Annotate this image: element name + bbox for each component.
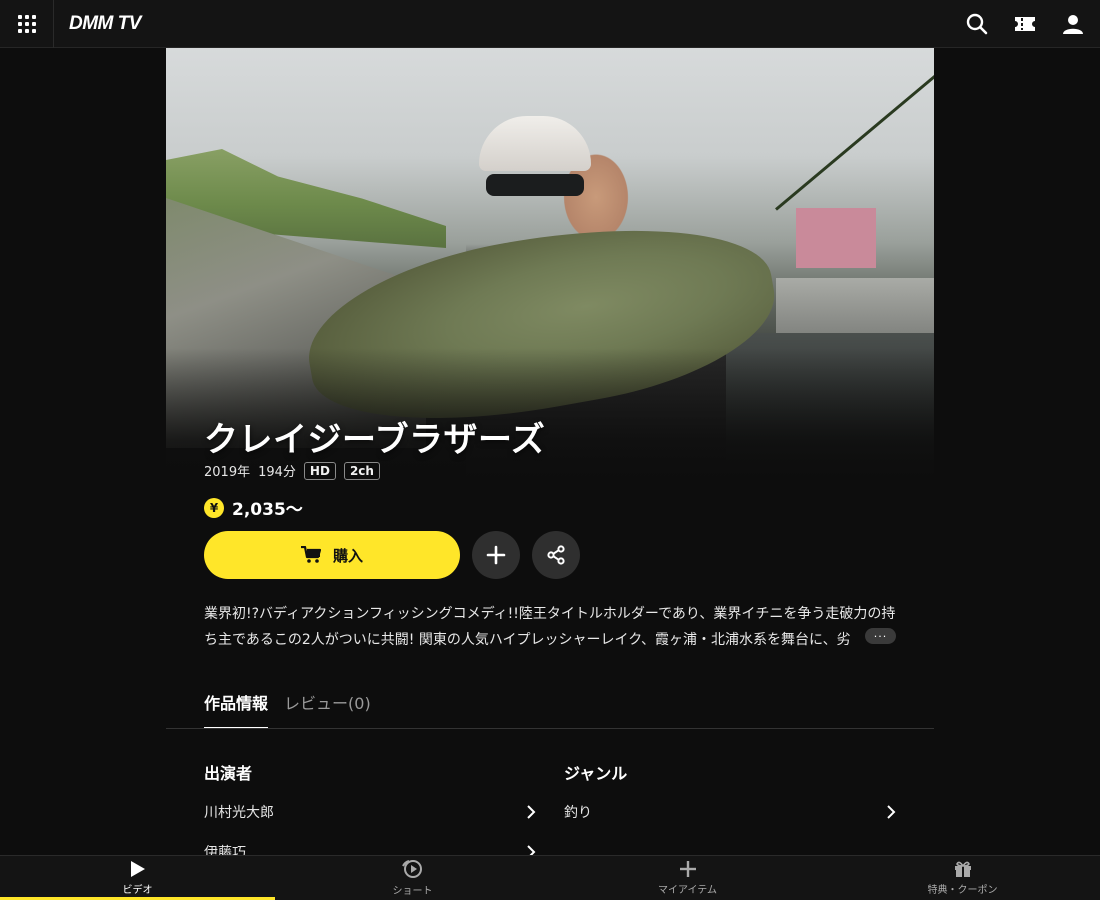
description-more-button[interactable]: ···: [865, 628, 896, 644]
nav-perks-coupons[interactable]: 特典・クーポン: [825, 856, 1100, 900]
price-value: 2,035〜: [232, 500, 303, 520]
user-icon[interactable]: [1060, 11, 1086, 37]
description: 業界初!?バディアクションフィッシングコメディ!!陸王タイトルホルダーであり、業…: [204, 606, 896, 648]
plus-icon: [679, 861, 696, 877]
cart-icon: [300, 546, 321, 563]
buy-button[interactable]: 購入: [204, 531, 460, 579]
release-year: 2019年: [204, 465, 251, 480]
tab-reviews[interactable]: レビュー(0): [284, 690, 371, 729]
cast-item[interactable]: 川村光大郎: [204, 802, 536, 822]
audio-badge: 2ch: [343, 461, 380, 480]
duration: 194分: [258, 465, 296, 480]
nav-my-items[interactable]: マイアイテム: [550, 856, 825, 900]
top-header: DMM TV: [0, 0, 1100, 48]
add-to-list-button[interactable]: [472, 531, 520, 579]
nav-shorts-label: ショート: [392, 886, 433, 897]
cast-heading: 出演者: [204, 764, 253, 783]
hd-badge: HD: [303, 461, 336, 480]
yen-icon: ¥: [204, 497, 224, 518]
buy-button-label: 購入: [332, 546, 363, 565]
genre-name: 釣り: [564, 805, 592, 821]
dmm-tv-logo[interactable]: DMM TV: [69, 13, 141, 35]
nav-video[interactable]: ビデオ: [0, 856, 275, 900]
share-button[interactable]: [532, 531, 580, 579]
title-meta: 2019年 194分 HD 2ch: [204, 461, 380, 480]
genre-item[interactable]: 釣り: [564, 802, 896, 822]
search-icon[interactable]: [964, 11, 990, 37]
content-tabs: 作品情報 レビュー(0): [204, 690, 371, 729]
cast-name: 川村光大郎: [204, 805, 274, 821]
nav-my-items-label: マイアイテム: [658, 885, 717, 896]
nav-shorts[interactable]: ショート: [275, 856, 550, 900]
share-icon: [547, 545, 565, 565]
chevron-right-icon: [887, 805, 896, 819]
menu-grid-icon: [17, 14, 36, 33]
shorts-icon: [401, 860, 422, 878]
nav-video-label: ビデオ: [122, 885, 153, 896]
gift-icon: [954, 861, 971, 877]
bottom-nav: ビデオ ショート マイアイテム 特典・クーポン: [0, 855, 1100, 900]
tab-work-info[interactable]: 作品情報: [204, 690, 269, 729]
tab-divider: [166, 728, 934, 729]
play-icon: [130, 861, 145, 877]
chevron-right-icon: [527, 805, 536, 819]
page-title: クレイジーブラザーズ: [204, 420, 546, 460]
price: ¥ 2,035〜: [204, 495, 303, 520]
ticket-icon[interactable]: [1012, 11, 1038, 37]
nav-perks-coupons-label: 特典・クーポン: [927, 885, 998, 896]
genre-heading: ジャンル: [564, 764, 628, 783]
plus-icon: [486, 545, 506, 565]
menu-grid-button[interactable]: [0, 0, 54, 48]
